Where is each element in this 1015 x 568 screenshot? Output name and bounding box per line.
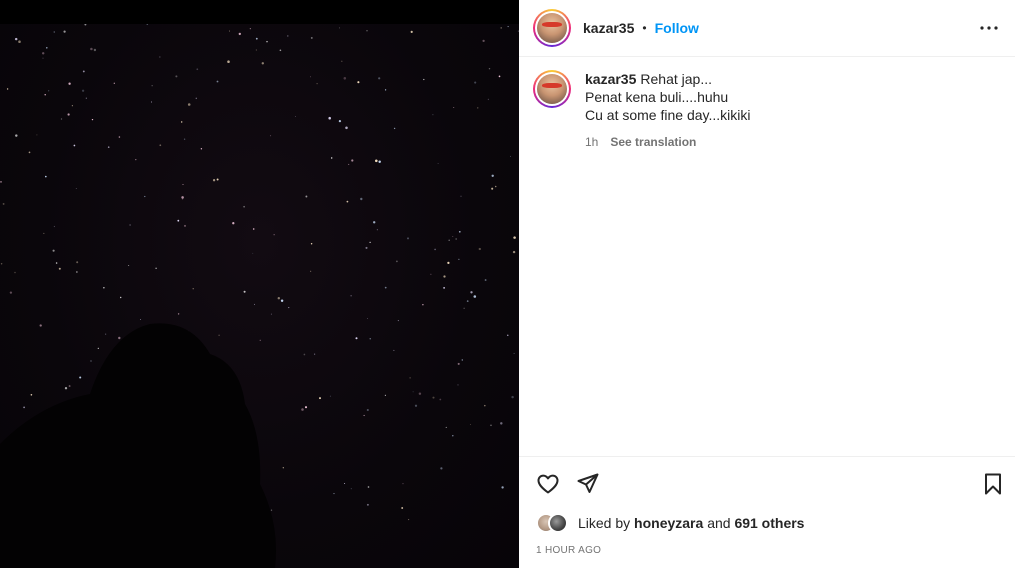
caption-age: 1h (585, 135, 599, 149)
see-translation-link[interactable]: See translation (610, 133, 696, 151)
likes-row[interactable]: Liked by honeyzara and 691 others (536, 513, 804, 533)
caption-line-2: Penat kena buli....huhu (585, 89, 729, 105)
caption-meta: 1h See translation (585, 133, 750, 151)
post-caption: kazar35 Rehat jap... Penat kena buli....h… (533, 70, 750, 151)
caption-avatar[interactable] (533, 70, 571, 108)
night-sky-photo[interactable] (0, 24, 519, 568)
bookmark-icon[interactable] (979, 470, 1007, 498)
liker-username[interactable]: honeyzara (634, 515, 703, 531)
post-media[interactable] (0, 0, 519, 568)
post-side-panel: kazar35 • Follow kazar35 Rehat jap... Pen… (519, 0, 1015, 568)
likes-prefix: Liked by (578, 515, 631, 531)
send-icon[interactable] (574, 470, 602, 498)
comments-section: kazar35 Rehat jap... Penat kena buli....h… (519, 57, 1015, 456)
likes-text: Liked by honeyzara and 691 others (578, 515, 804, 531)
likes-count[interactable]: 691 others (734, 515, 804, 531)
night-sky-image (0, 24, 519, 568)
heart-icon[interactable] (534, 470, 562, 498)
caption-line-3: Cu at some fine day...kikiki (585, 107, 751, 123)
post-header: kazar35 • Follow (519, 0, 1015, 57)
liker-avatar (548, 513, 568, 533)
post-actions: Liked by honeyzara and 691 others 1 HOUR… (519, 456, 1015, 568)
caption-line-1: Rehat jap... (640, 71, 712, 87)
more-options-icon[interactable] (977, 16, 1001, 40)
caption-username[interactable]: kazar35 (585, 71, 636, 87)
liker-avatars (536, 513, 574, 533)
caption-body: kazar35 Rehat jap... Penat kena buli....h… (585, 70, 750, 151)
header-username[interactable]: kazar35 (583, 20, 634, 36)
avatar[interactable] (533, 9, 571, 47)
likes-middle: and (707, 515, 731, 531)
follow-button[interactable]: Follow (655, 20, 699, 36)
separator-dot: • (642, 21, 647, 35)
post-timestamp: 1 HOUR AGO (536, 545, 602, 556)
